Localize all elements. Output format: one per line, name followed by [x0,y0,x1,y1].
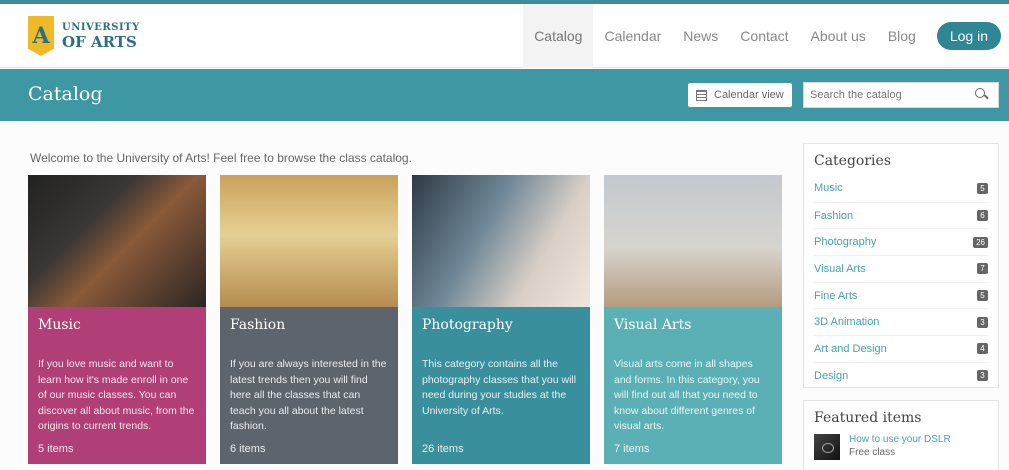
category-label: 3D Animation [814,316,880,329]
calendar-view-label: Calendar view [714,89,784,101]
nav-contact[interactable]: Contact [729,4,799,68]
fashion-image [220,175,398,307]
card-visual-arts[interactable]: Visual Arts Visual arts come in all shap… [604,175,782,464]
site-header: A UNIVERSITY OF ARTS Catalog Calendar Ne… [0,4,1009,68]
logo-letter: A [32,23,50,49]
nav-catalog[interactable]: Catalog [523,4,594,68]
card-description: If you are always interested in the late… [230,358,387,432]
card-photography[interactable]: Photography This category contains all t… [412,175,590,464]
visual-arts-image [604,175,782,307]
featured-item-subtitle: Free class [849,447,896,458]
card-body: Fashion If you are always interested in … [220,307,398,464]
nav-news[interactable]: News [672,4,729,68]
categories-panel: Categories Music 5 Fashion 6 Photography 26… [803,143,999,388]
category-item-visual-arts[interactable]: Visual Arts 7 [814,255,988,282]
nav-blog[interactable]: Blog [877,4,927,68]
card-title: Photography [422,317,513,333]
card-body: Photography This category contains all t… [412,307,590,464]
catalog-search [803,82,999,108]
category-label: Art and Design [814,342,887,355]
card-music[interactable]: Music If you love music and want to lear… [28,175,206,464]
category-label: Music [814,182,843,195]
card-title: Fashion [230,317,286,333]
category-label: Fine Arts [814,289,858,302]
calendar-view-button[interactable]: Calendar view [688,83,792,107]
main-nav: Catalog Calendar News Contact About us B… [523,4,1001,68]
category-item-design[interactable]: Design 3 [814,361,988,389]
category-count-badge: 4 [977,343,988,355]
logo-text: UNIVERSITY OF ARTS [62,21,140,51]
card-item-count: 6 items [230,443,266,455]
category-item-art-and-design[interactable]: Art and Design 4 [814,335,988,362]
login-button[interactable]: Log in [936,22,1001,50]
category-item-fine-arts[interactable]: Fine Arts 5 [814,281,988,309]
card-body: Music If you love music and want to lear… [28,307,206,464]
card-item-count: 26 items [422,443,464,455]
calendar-grid-icon [696,89,707,101]
category-count-badge: 3 [977,316,988,328]
category-item-photography[interactable]: Photography 26 [814,228,988,255]
card-item-count: 7 items [614,443,650,455]
featured-items-panel: Featured items How to use your DSLR Free… [803,400,999,470]
category-count-badge: 5 [977,182,988,194]
logo-line-2: OF ARTS [62,32,137,51]
category-item-3d-animation[interactable]: 3D Animation 3 [814,308,988,335]
card-body: Visual Arts Visual arts come in all shap… [604,307,782,464]
category-cards: Music If you love music and want to lear… [28,175,796,464]
welcome-text: Welcome to the University of Arts! Feel … [30,151,412,165]
logo-line-1: UNIVERSITY [62,21,140,33]
card-fashion[interactable]: Fashion If you are always interested in … [220,175,398,464]
card-description: If you love music and want to learn how … [38,358,195,432]
featured-item-link[interactable]: How to use your DSLR [849,434,951,445]
category-item-fashion[interactable]: Fashion 6 [814,201,988,229]
camera-thumbnail-icon [814,434,840,460]
nav-calendar[interactable]: Calendar [593,4,672,68]
card-description: Visual arts come in all shapes and forms… [614,358,760,432]
music-image [28,175,206,307]
category-item-music[interactable]: Music 5 [814,175,988,202]
category-label: Design [814,369,849,382]
category-count-badge: 6 [977,210,988,222]
page-title: Catalog [28,83,103,105]
category-label: Fashion [814,209,854,222]
category-label: Visual Arts [814,262,866,275]
search-icon[interactable] [975,88,989,102]
card-description: This category contains all the photograp… [422,358,577,417]
featured-heading: Featured items [814,410,922,426]
categories-heading: Categories [814,153,891,169]
card-title: Music [38,317,81,333]
category-count-badge: 26 [973,236,988,248]
photography-image [412,175,590,307]
logo-badge-icon: A [28,16,54,56]
search-input[interactable] [804,89,969,101]
category-count-badge: 7 [977,263,988,275]
card-title: Visual Arts [614,317,692,333]
category-count-badge: 5 [977,290,988,302]
category-label: Photography [814,236,877,249]
university-logo[interactable]: A UNIVERSITY OF ARTS [28,16,140,56]
nav-about-us[interactable]: About us [800,4,877,68]
card-item-count: 5 items [38,443,74,455]
category-count-badge: 3 [977,370,988,382]
featured-item[interactable]: How to use your DSLR Free class [814,434,998,460]
